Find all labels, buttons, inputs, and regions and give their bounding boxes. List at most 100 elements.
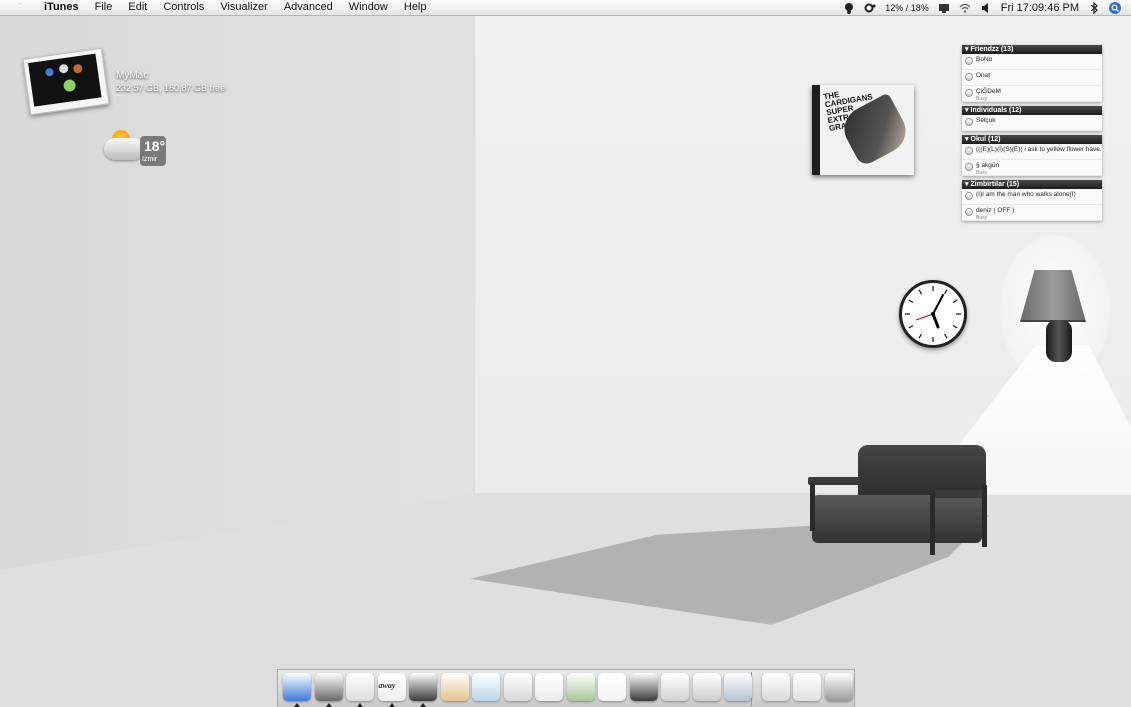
status-icon: [965, 147, 973, 155]
buddy-group-header[interactable]: ▾ Zimbirtilar (15): [962, 180, 1102, 189]
buddy-status: Busy: [976, 96, 988, 102]
adium-duck-icon[interactable]: [843, 2, 855, 14]
buddy-row[interactable]: (((E)(L)(İ)(S)(E)( i ask to yellow flowe…: [962, 144, 1102, 160]
volume-icon[interactable]: [980, 2, 992, 14]
buddy-name: (((E)(L)(İ)(S)(E)( i ask to yellow flowe…: [976, 146, 1102, 153]
menu-advanced[interactable]: Advanced: [276, 0, 341, 15]
clock-widget[interactable]: [899, 280, 967, 348]
disclosure-triangle-icon: ▾: [965, 136, 969, 143]
buddy-group-name: Okul (12): [970, 136, 1001, 143]
running-indicator-icon: [325, 703, 332, 707]
cpu-meter[interactable]: 12% / 18%: [885, 3, 929, 13]
disclosure-triangle-icon: ▾: [965, 107, 969, 114]
mail-icon[interactable]: [346, 673, 374, 701]
bluetooth-icon[interactable]: [1088, 1, 1100, 14]
garageband-icon[interactable]: [629, 673, 658, 701]
display-icon[interactable]: [938, 2, 950, 14]
adium-away-icon[interactable]: away: [377, 673, 406, 701]
disclosure-triangle-icon: ▾: [965, 46, 969, 53]
apple-dock-icon[interactable]: [692, 673, 721, 701]
buddy-row[interactable]: (I)I am the man who walks alone(I): [962, 189, 1102, 205]
sofa-seat: [812, 495, 982, 543]
apple-icon[interactable]: [12, 1, 26, 14]
ichat-icon[interactable]: [440, 673, 469, 701]
buddy-status: Busy: [976, 215, 988, 221]
buddy-group: ▾ Zimbirtilar (15) (I)I am the man who wa…: [962, 180, 1102, 221]
disk-app-icon: [62, 78, 77, 93]
buddy-group: ▾ Okul (12) (((E)(L)(İ)(S)(E)( i ask to y…: [962, 135, 1102, 176]
trash-icon[interactable]: [824, 673, 853, 701]
wall-corner: [474, 15, 476, 493]
sofa-arm-left: [808, 477, 860, 485]
spotlight-search-icon[interactable]: [1109, 1, 1121, 14]
final-cut-icon[interactable]: [535, 673, 563, 701]
buddy-row[interactable]: § akgün Busy: [962, 160, 1102, 176]
hairdryer-icon[interactable]: [661, 673, 689, 701]
buddy-group-name: Friendzz (13): [970, 46, 1014, 53]
disclosure-triangle-icon: ▾: [965, 181, 969, 188]
gear-icon[interactable]: [864, 2, 876, 14]
status-icon: [965, 208, 973, 216]
downloads-stack-icon[interactable]: [793, 673, 821, 701]
menu-visualizer[interactable]: Visualizer: [212, 0, 276, 15]
buddy-list: ▾ Friendzz (13) BoNo Onat ÇiĞDeM Busy ▾ Ind…: [962, 45, 1102, 225]
album-cover-widget[interactable]: The Cardigans Super Extra Gravity: [812, 85, 914, 175]
buddy-name: deniz ( OFF ): [976, 207, 1015, 214]
buddy-group-name: Zimbirtilar (15): [970, 181, 1020, 188]
hard-disk-icon[interactable]: [22, 47, 110, 116]
iphoto-icon[interactable]: [566, 673, 595, 701]
running-indicator-icon: [294, 703, 300, 707]
buddy-group-header[interactable]: ▾ Friendzz (13): [962, 45, 1102, 54]
itunes-icon[interactable]: [409, 673, 437, 701]
menu-bar: iTunes File Edit Controls Visualizer Adv…: [0, 0, 1131, 16]
running-indicator-icon: [420, 703, 426, 707]
menubar-clock[interactable]: Fri 17:09:46 PM: [1001, 2, 1079, 14]
status-icon: [965, 192, 973, 200]
clock-face-icon: [905, 286, 961, 342]
buddy-name: Selçuk: [976, 117, 996, 124]
sofa-arm-right: [935, 490, 987, 498]
status-icon: [965, 73, 973, 81]
buddy-row[interactable]: Selçuk: [962, 115, 1102, 131]
buddy-row[interactable]: BoNo: [962, 54, 1102, 70]
status-icon: [965, 57, 973, 65]
buddy-group-header[interactable]: ▾ Okul (12): [962, 135, 1102, 144]
lamp-base: [1046, 320, 1072, 362]
buddy-row[interactable]: Onat: [962, 70, 1102, 86]
finder-icon[interactable]: [283, 673, 311, 701]
menu-app-name[interactable]: iTunes: [36, 0, 87, 15]
disk-name-label[interactable]: MyMac: [116, 70, 148, 81]
sofa-leg: [930, 493, 935, 555]
running-indicator-icon: [388, 703, 395, 707]
preview-icon[interactable]: [472, 673, 500, 701]
dock-icon-label: away: [378, 681, 396, 690]
menu-help[interactable]: Help: [396, 0, 435, 15]
menu-extras: 12% / 18% Fri 17:09:46 PM: [843, 1, 1131, 14]
menu-controls[interactable]: Controls: [155, 0, 212, 15]
disk-app-icon: [72, 63, 83, 74]
dashboard-icon[interactable]: [724, 673, 752, 701]
address-book-icon[interactable]: [598, 673, 626, 701]
imovie-icon[interactable]: [503, 673, 532, 701]
sofa-leg: [982, 485, 987, 547]
status-icon: [965, 118, 973, 126]
buddy-status: Busy: [976, 170, 988, 176]
disk-app-icon: [58, 63, 69, 74]
buddy-group-header[interactable]: ▾ Individuals (12): [962, 106, 1102, 115]
desktop-folder-icon[interactable]: [761, 673, 790, 701]
weather-widget[interactable]: 18° Izmir: [100, 128, 168, 168]
buddy-row[interactable]: deniz ( OFF ) Busy: [962, 205, 1102, 221]
safari-icon[interactable]: [314, 673, 343, 701]
disk-app-icon: [45, 67, 55, 77]
buddy-group: ▾ Friendzz (13) BoNo Onat ÇiĞDeM Busy: [962, 45, 1102, 102]
menu-edit[interactable]: Edit: [120, 0, 155, 15]
menu-file[interactable]: File: [87, 0, 121, 15]
disk-screen: [28, 53, 102, 107]
dock: away: [277, 669, 855, 707]
status-icon: [965, 89, 973, 97]
wifi-icon[interactable]: [959, 2, 971, 14]
buddy-row[interactable]: ÇiĞDeM Busy: [962, 86, 1102, 102]
running-indicator-icon: [357, 703, 363, 707]
buddy-group: ▾ Individuals (12) Selçuk: [962, 106, 1102, 131]
menu-window[interactable]: Window: [341, 0, 396, 15]
